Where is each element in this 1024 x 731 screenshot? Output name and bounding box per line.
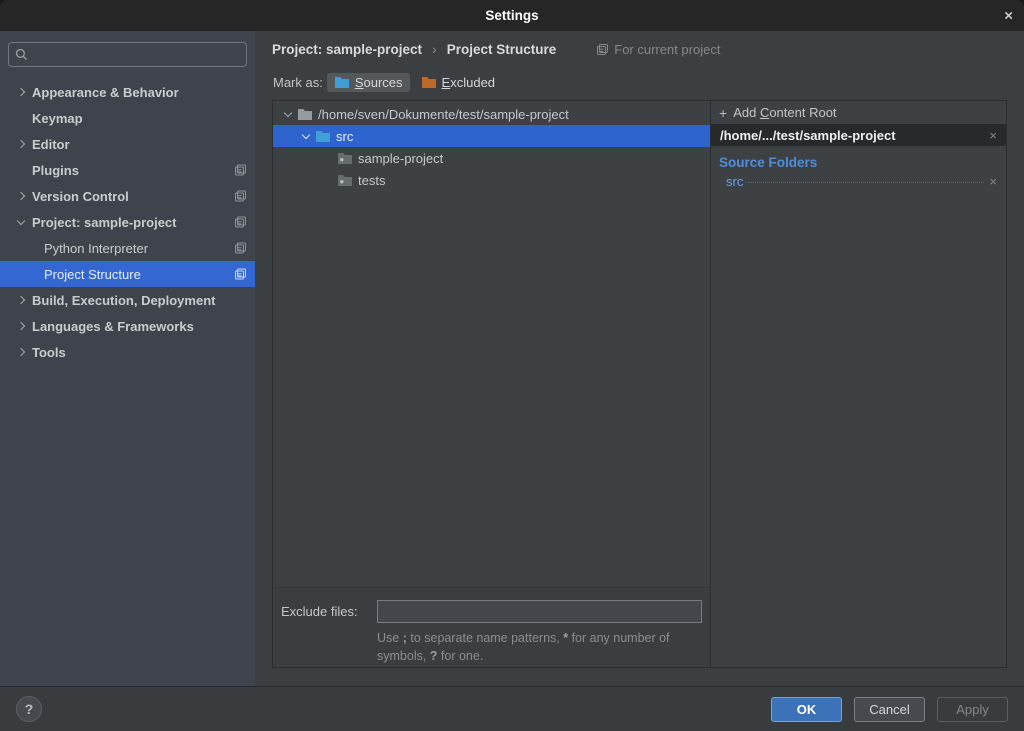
per-project-settings-icon [234,164,247,177]
per-project-settings-icon [234,268,247,281]
source-folder-entry-src[interactable]: src × [711,173,1006,189]
exclude-files-label: Exclude files: [281,604,377,619]
sidebar-item-python-interpreter[interactable]: Python Interpreter [0,235,255,261]
sidebar-item-label: Project: sample-project [32,215,177,230]
dialog-title: Settings [485,8,538,23]
add-content-root-button[interactable]: + Add Content Root [711,101,1006,124]
cancel-button[interactable]: Cancel [854,697,925,722]
tree-row-tests[interactable]: tests [273,169,710,191]
dotted-leader [748,182,984,183]
sidebar-item-tools[interactable]: Tools [0,339,255,365]
per-project-settings-icon [234,242,247,255]
sidebar-list: Appearance & Behavior Keymap Editor Plug… [0,79,255,365]
sidebar-item-appearance-behavior[interactable]: Appearance & Behavior [0,79,255,105]
source-folder-icon [334,75,350,89]
content-root-row[interactable]: /home/.../test/sample-project × [711,124,1006,146]
chevron-right-icon[interactable] [10,297,32,303]
sidebar-item-project-sample-project[interactable]: Project: sample-project [0,209,255,235]
add-content-root-label: Add Content Root [733,105,836,120]
for-current-project-badge: For current project [596,42,720,57]
exclude-files-input[interactable] [377,600,702,623]
chevron-right-icon[interactable] [10,193,32,199]
help-button[interactable]: ? [16,696,42,722]
chevron-right-icon[interactable] [10,89,32,95]
remove-content-root-icon[interactable]: × [989,128,997,143]
apply-button[interactable]: Apply [937,697,1008,722]
sidebar-item-project-structure[interactable]: Project Structure [0,261,255,287]
project-structure-panels: /home/sven/Dokumente/test/sample-project… [272,100,1007,668]
tree-row-label: src [336,129,353,144]
sidebar-item-label: Keymap [32,111,83,126]
sidebar-item-languages-frameworks[interactable]: Languages & Frameworks [0,313,255,339]
chevron-down-icon[interactable] [10,221,32,224]
sidebar-item-label: Python Interpreter [44,241,148,256]
tree-row-label: /home/sven/Dokumente/test/sample-project [318,107,569,122]
mark-as-excluded-label: Excluded [442,75,495,90]
mark-as-excluded-button[interactable]: Excluded [414,73,502,92]
source-folders-heading: Source Folders [711,146,1006,173]
chevron-down-icon[interactable] [297,135,315,138]
breadcrumb: Project: sample-project › Project Struct… [255,31,1024,67]
sidebar-item-label: Editor [32,137,70,152]
breadcrumb-page: Project Structure [447,42,557,57]
tree-row-sample-project[interactable]: sample-project [273,147,710,169]
content-root-path: /home/.../test/sample-project [720,128,896,143]
directory-tree: /home/sven/Dokumente/test/sample-project… [273,101,710,588]
chevron-down-icon[interactable] [279,113,297,116]
breadcrumb-project[interactable]: Project: sample-project [272,42,422,57]
tree-row-src[interactable]: src [273,125,710,147]
sidebar-item-build-execution-deployment[interactable]: Build, Execution, Deployment [0,287,255,313]
source-folder-icon [315,129,331,143]
per-project-settings-icon [234,216,247,229]
plus-icon: + [719,105,727,121]
sidebar-item-label: Plugins [32,163,79,178]
mark-as-sources-label: Sources [355,75,403,90]
sidebar-item-editor[interactable]: Editor [0,131,255,157]
sidebar-item-label: Version Control [32,189,129,204]
close-icon[interactable]: × [1004,8,1013,23]
settings-dialog: Settings × Appearance & Behavior Keymap [0,0,1024,731]
mark-as-toolbar: Mark as: Sources Excluded [255,67,1024,97]
per-project-settings-icon [234,190,247,203]
tree-row-label: sample-project [358,151,443,166]
sidebar-item-label: Appearance & Behavior [32,85,179,100]
folder-icon [297,107,313,121]
titlebar: Settings × [0,0,1024,31]
chevron-right-icon[interactable] [10,349,32,355]
search-input[interactable] [8,42,247,67]
content-root-panel: + Add Content Root /home/.../test/sample… [711,101,1006,667]
ok-button[interactable]: OK [771,697,842,722]
folder-icon [337,151,353,165]
excluded-folder-icon [421,75,437,89]
search-icon [15,48,28,61]
sidebar-item-plugins[interactable]: Plugins [0,157,255,183]
sidebar-item-keymap[interactable]: Keymap [0,105,255,131]
folder-icon [337,173,353,187]
breadcrumb-separator: › [432,41,437,57]
chevron-right-icon[interactable] [10,323,32,329]
per-project-settings-icon [596,43,609,56]
for-current-project-label: For current project [614,42,720,57]
settings-sidebar: Appearance & Behavior Keymap Editor Plug… [0,31,255,686]
sidebar-item-label: Build, Execution, Deployment [32,293,215,308]
sidebar-item-label: Languages & Frameworks [32,319,194,334]
remove-source-folder-icon[interactable]: × [989,174,997,189]
settings-content: Project: sample-project › Project Struct… [255,31,1024,686]
directory-panel: /home/sven/Dokumente/test/sample-project… [273,101,711,667]
mark-as-sources-button[interactable]: Sources [327,73,410,92]
tree-row-content-root[interactable]: /home/sven/Dokumente/test/sample-project [273,103,710,125]
sidebar-item-label: Project Structure [44,267,141,282]
dialog-footer: ? OK Cancel Apply [0,686,1024,731]
exclude-files-help: Use ; to separate name patterns, * for a… [377,630,717,665]
exclude-files-section: Exclude files: Use ; to separate name pa… [273,588,710,667]
chevron-right-icon[interactable] [10,141,32,147]
source-folder-name: src [726,174,743,189]
sidebar-item-version-control[interactable]: Version Control [0,183,255,209]
tree-row-label: tests [358,173,385,188]
mark-as-label: Mark as: [273,75,323,90]
sidebar-item-label: Tools [32,345,66,360]
